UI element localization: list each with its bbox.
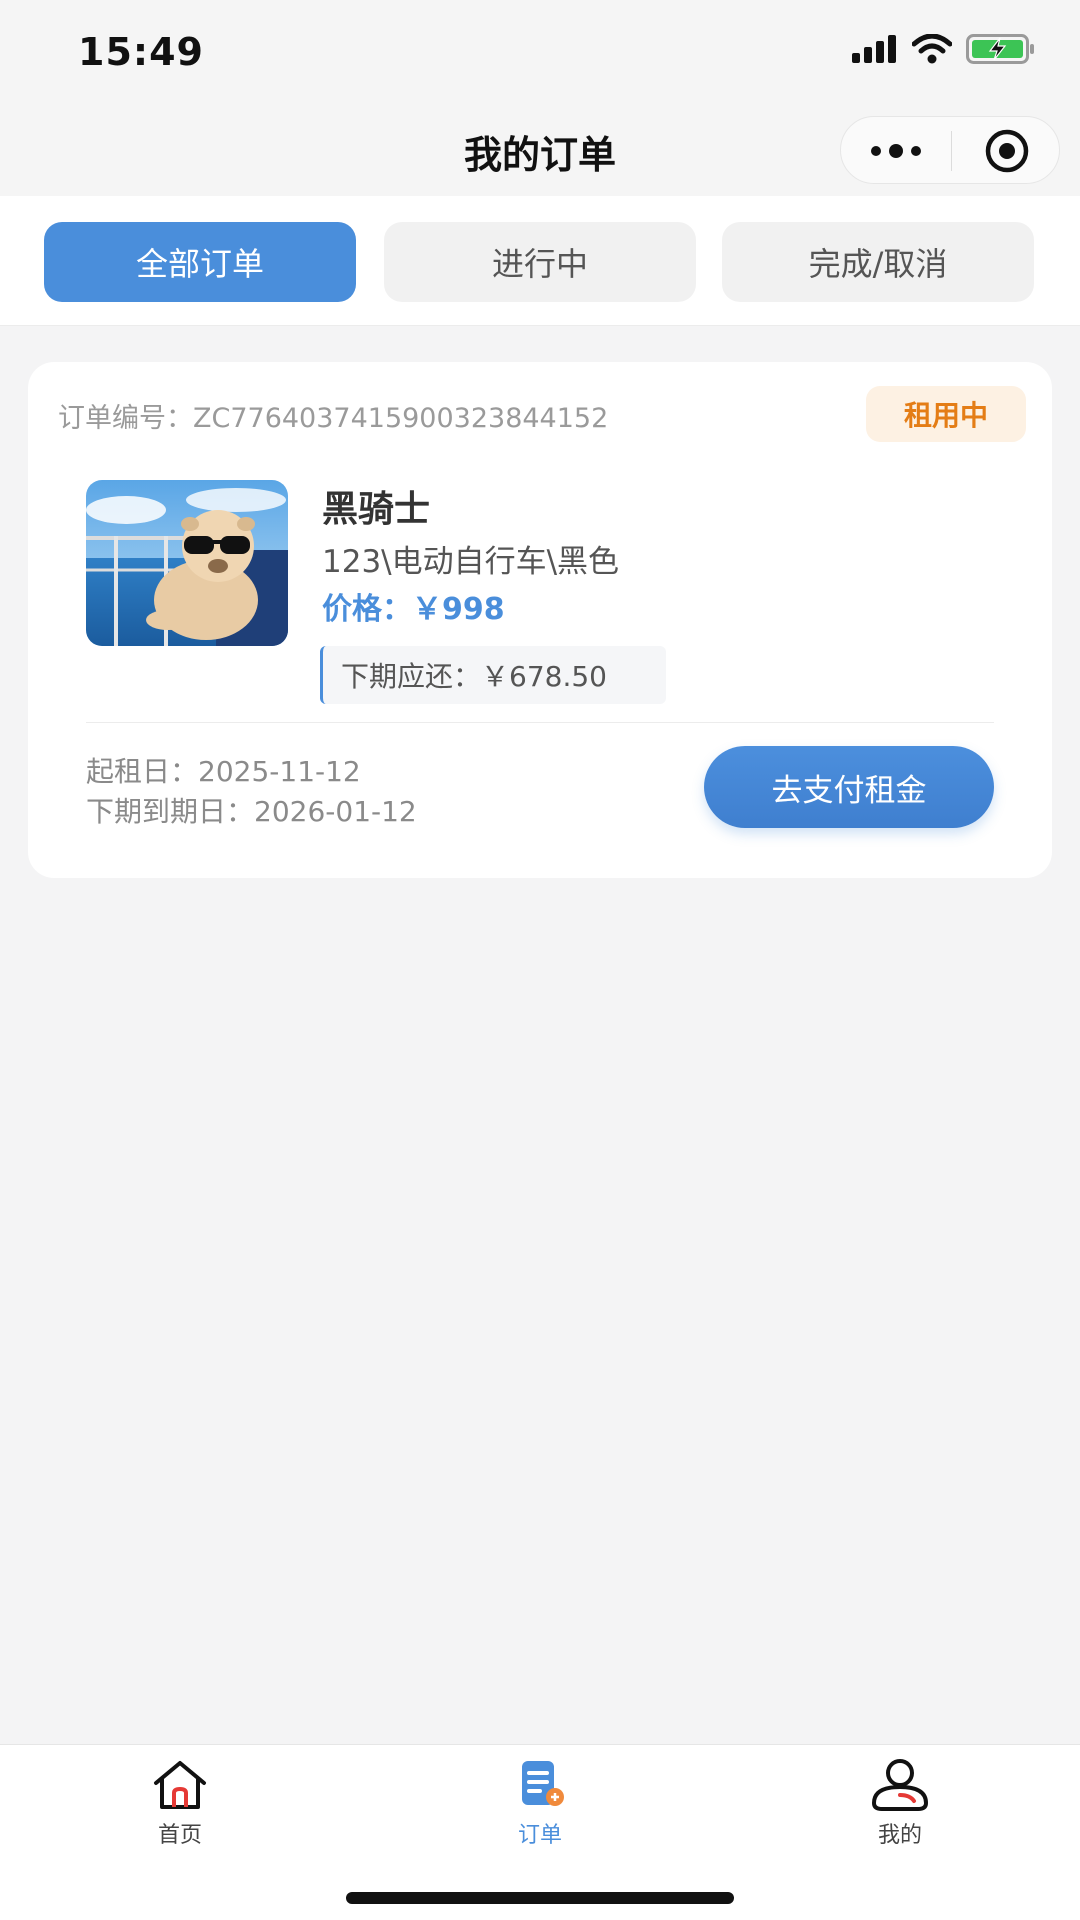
- card-divider: [86, 722, 994, 723]
- status-bar: 15:49: [0, 0, 1080, 100]
- close-target-icon: [985, 129, 1028, 173]
- orders-icon: [522, 1761, 564, 1806]
- more-dots-icon: [871, 144, 921, 158]
- battery-charging-icon: [966, 34, 1034, 64]
- status-time: 15:49: [78, 30, 204, 74]
- pay-rent-button[interactable]: 去支付租金: [704, 746, 994, 828]
- due-date-value: 2026-01-12: [254, 795, 417, 828]
- price-label: 价格：: [322, 592, 412, 627]
- start-date-value: 2025-11-12: [198, 755, 361, 788]
- product-image[interactable]: [86, 480, 288, 646]
- home-icon: [154, 1761, 206, 1809]
- start-date-label: 起租日：: [86, 755, 199, 788]
- next-due-date: 下期到期日：2026-01-12: [86, 790, 417, 830]
- nav-bar: 我的订单: [0, 100, 1080, 196]
- product-price: 价格：￥998: [322, 584, 505, 628]
- mini-program-capsule: [840, 116, 1060, 184]
- rental-start-date: 起租日：2025-11-12: [86, 750, 361, 790]
- tab-all-orders[interactable]: 全部订单: [44, 222, 356, 302]
- order-number-value: ZC776403741590032​3844152: [193, 403, 609, 434]
- price-value: ￥998: [412, 592, 505, 627]
- status-icons: [852, 34, 1036, 64]
- order-number: 订单编号：ZC776403741590032​3844152: [58, 396, 608, 435]
- bottom-tab-home[interactable]: 首页: [80, 1757, 280, 1857]
- product-spec: 123\电动自行车\黑色: [322, 544, 620, 580]
- bottom-tab-orders[interactable]: 订单: [440, 1757, 640, 1857]
- signal-icon: [852, 35, 896, 63]
- home-indicator: [346, 1892, 734, 1904]
- close-mini-program-button[interactable]: [952, 117, 1061, 185]
- tab-completed-cancelled[interactable]: 完成/取消: [722, 222, 1034, 302]
- order-number-label: 订单编号：: [58, 403, 193, 434]
- bottom-tab-mine[interactable]: 我的: [800, 1757, 1000, 1857]
- tab-in-progress[interactable]: 进行中: [384, 222, 696, 302]
- due-date-label: 下期到期日：: [86, 795, 255, 828]
- order-tabs: 全部订单 进行中 完成/取消: [0, 196, 1080, 326]
- user-icon: [871, 1759, 929, 1811]
- order-card[interactable]: 订单编号：ZC776403741590032​3844152 租用中: [28, 362, 1052, 878]
- product-name: 黑骑士: [322, 489, 431, 530]
- more-button[interactable]: [841, 117, 951, 185]
- bottom-tab-home-label: 首页: [157, 1823, 202, 1848]
- next-payment-due: 下期应还： ￥678.50: [320, 646, 666, 704]
- status-badge: 租用中: [866, 386, 1026, 442]
- bottom-tab-orders-label: 订单: [517, 1823, 562, 1848]
- next-due-amount: ￥678.50: [481, 660, 607, 693]
- next-due-label: 下期应还：: [341, 660, 482, 693]
- bottom-tab-mine-label: 我的: [877, 1823, 922, 1848]
- wifi-icon: [912, 34, 952, 64]
